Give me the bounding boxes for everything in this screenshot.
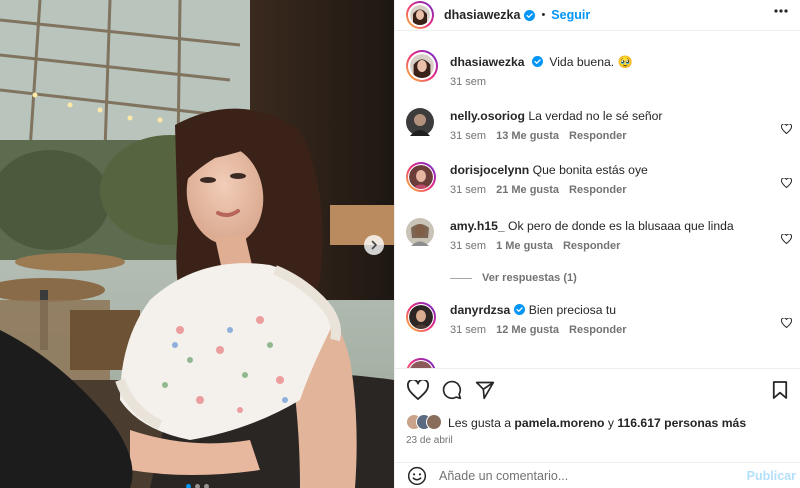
commenter-avatar[interactable]: [406, 218, 434, 246]
comment-input[interactable]: [439, 468, 719, 483]
comment-text: La verdad no le sé señor: [528, 109, 663, 123]
commenter-avatar[interactable]: [406, 358, 436, 368]
post-photo[interactable]: [0, 0, 394, 488]
likes-conj: y: [607, 416, 614, 430]
photo-illustration: [0, 0, 394, 488]
comment-username[interactable]: danyrdzsa: [450, 303, 510, 317]
heart-icon[interactable]: [781, 318, 792, 328]
comment-time: 31 sem: [450, 240, 487, 252]
reply-button[interactable]: Responder: [569, 324, 626, 336]
likes-summary: Les gusta a pamela.moreno y 116.617 pers…: [406, 414, 746, 432]
send-icon[interactable]: [475, 380, 495, 400]
caption-username[interactable]: dhasiawezka: [450, 55, 525, 69]
heart-icon[interactable]: [781, 178, 792, 188]
emoji-icon[interactable]: [407, 466, 427, 486]
likes-user[interactable]: pamela.moreno: [514, 416, 604, 430]
comments-list[interactable]: dhasiawezka Vida buena. 🥹 31 sem nelly.o…: [395, 32, 800, 368]
reply-button[interactable]: Responder: [563, 240, 620, 252]
comment-text: Que bonita estás oye: [532, 163, 648, 177]
carousel-dot-active: [186, 484, 191, 488]
commenter-avatar[interactable]: [406, 108, 434, 136]
reply-button[interactable]: Responder: [569, 130, 626, 142]
commenter-avatar[interactable]: [406, 302, 436, 332]
commenter-avatar[interactable]: [406, 162, 436, 192]
carousel-dot: [204, 484, 209, 488]
bookmark-icon[interactable]: [772, 380, 788, 400]
post-actions: [395, 368, 800, 410]
post-header: dhasiawezka • Seguir: [395, 0, 800, 31]
avatar-image: [410, 54, 434, 78]
comment-time: 31 sem: [450, 184, 487, 196]
more-horizontal-icon[interactable]: [774, 9, 788, 13]
comment-likes[interactable]: 13 Me gusta: [496, 130, 559, 142]
caption-time: 31 sem: [450, 76, 487, 88]
comment-text: Ok pero de donde es la blusaaa que linda: [508, 219, 734, 233]
comment-username[interactable]: nelly.osoriog: [450, 109, 525, 123]
verified-badge-icon: [524, 9, 536, 21]
avatar-image: [409, 165, 433, 189]
caption-text: Vida buena. 🥹: [549, 55, 633, 69]
avatar-image: [410, 361, 432, 368]
post-date: 23 de abril: [406, 435, 453, 446]
comment-time: 31 sem: [450, 130, 487, 142]
comment-composer: Publicar: [395, 462, 800, 488]
liker-avatars[interactable]: [406, 414, 442, 432]
liker-avatar: [426, 414, 442, 430]
comment-likes[interactable]: 21 Me gusta: [496, 184, 559, 196]
comment-text: Bien preciosa tu: [528, 303, 617, 317]
post-comment-button[interactable]: Publicar: [747, 469, 796, 483]
separator: •: [541, 9, 546, 21]
comment-time: 31 sem: [450, 324, 487, 336]
heart-icon[interactable]: [781, 234, 792, 244]
view-replies-label: Ver respuestas (1): [482, 272, 577, 284]
next-slide-button[interactable]: [364, 235, 384, 255]
carousel-dot: [195, 484, 200, 488]
caption-avatar[interactable]: [406, 50, 438, 82]
reply-button[interactable]: Responder: [569, 184, 626, 196]
comment-username[interactable]: amy.h15_: [450, 219, 505, 233]
post-panel: dhasiawezka • Seguir dhasiawezka Vida bu…: [394, 0, 800, 488]
heart-icon[interactable]: [781, 124, 792, 134]
avatar-image: [409, 305, 433, 329]
author-avatar[interactable]: [406, 1, 434, 29]
comment-likes[interactable]: 12 Me gusta: [496, 324, 559, 336]
carousel-indicator: [186, 484, 209, 488]
verified-badge-icon: [514, 304, 526, 315]
chevron-right-icon: [371, 240, 377, 250]
comment-icon[interactable]: [442, 380, 462, 400]
avatar-image: [410, 5, 430, 25]
replies-divider: [450, 277, 472, 279]
follow-button[interactable]: Seguir: [551, 8, 590, 22]
verified-badge-icon: [531, 56, 543, 67]
author-username[interactable]: dhasiawezka: [444, 8, 520, 22]
likes-count[interactable]: 116.617 personas más: [617, 416, 746, 430]
comment-likes[interactable]: 1 Me gusta: [496, 240, 553, 252]
heart-icon[interactable]: [407, 380, 429, 400]
view-replies-button[interactable]: Ver respuestas (1): [450, 272, 577, 284]
likes-prefix: Les gusta a: [448, 416, 512, 430]
comment-username[interactable]: dorisjocelynn: [450, 163, 529, 177]
